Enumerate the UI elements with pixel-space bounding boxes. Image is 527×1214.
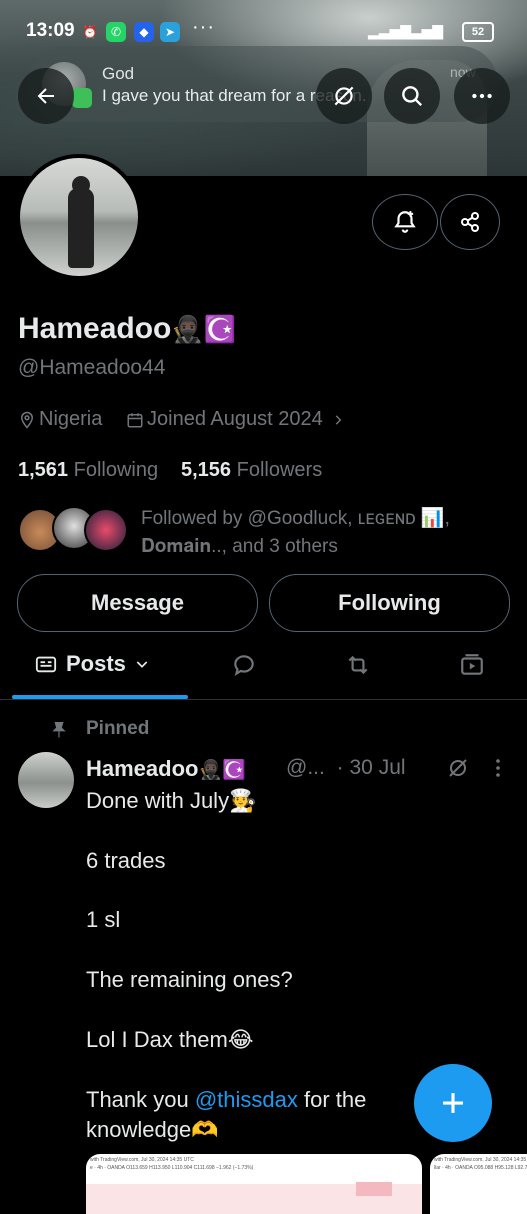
back-arrow-icon [37, 88, 54, 104]
calendar-icon [127, 412, 143, 427]
more-vertical-icon [496, 759, 500, 777]
profile-handle: @Hameadoo44 [18, 356, 166, 379]
avatar-figure [68, 188, 94, 268]
post-date: · 30 Jul [336, 756, 406, 779]
post-media-1[interactable]: with TradingView.com, Jul 30, 2024 14:35… [86, 1154, 422, 1214]
notification-title: God [102, 64, 135, 83]
alarm-icon: ⏰ [82, 25, 98, 39]
followed-by-line-1: Followed by @Goodluck, ʟᴇɢᴇɴᴅ 📊, [141, 508, 450, 529]
tab-reposts[interactable] [344, 652, 372, 683]
status-time: 13:09 [26, 20, 75, 41]
profile-joined[interactable]: Joined August 2024 [126, 408, 345, 431]
chart1-subheader: e · 4h · OANDA O113.659 H113.950 L110.90… [90, 1165, 254, 1171]
profile-name-text: Hameadoo [18, 312, 172, 345]
post-more-button[interactable] [490, 756, 506, 785]
battery-icon: 52 [462, 22, 494, 42]
follower-avatar-3 [84, 508, 128, 552]
post-text-last: knowledge🫶 [86, 1117, 219, 1142]
more-status-icon: ··· [192, 16, 215, 38]
profile-name-emoji: 🥷🏿☪️ [171, 314, 237, 344]
tab-posts[interactable]: Posts [34, 651, 150, 677]
chart2-subheader: llar · 4h · OANDA O95.088 H95.128 L92.76 [434, 1165, 527, 1171]
pinned-label: Pinned [86, 718, 150, 739]
pin-icon [50, 720, 68, 745]
search-icon [402, 86, 423, 107]
whatsapp-icon: ✆ [106, 22, 126, 42]
tabs-divider [0, 699, 527, 700]
post-text-line-1: Done with July🧑‍🍳 [86, 788, 257, 813]
tab-replies[interactable] [231, 652, 257, 683]
telegram-icon: ➤ [160, 22, 180, 42]
wifi-icon: ◠ [432, 23, 443, 39]
share-icon [461, 212, 479, 232]
following-label: Following [73, 459, 159, 481]
post-text-line-4: The remaining ones? [86, 967, 293, 992]
plus-icon [443, 1093, 463, 1113]
post-author[interactable]: Hameadoo🥷🏿☪️ [86, 756, 246, 782]
share-button[interactable] [440, 194, 500, 250]
following-number: 1,561 [18, 459, 69, 481]
post-media-2[interactable]: with TradingView.com, Jul 30, 2024 14:35… [430, 1154, 527, 1214]
followers-count[interactable]: 5,156 Followers [181, 459, 322, 482]
more-icon [472, 93, 492, 99]
following-button[interactable]: Following [269, 574, 510, 632]
chevron-right-icon [335, 414, 342, 425]
message-button[interactable]: Message [17, 574, 258, 632]
grok-button[interactable] [316, 68, 372, 124]
chart1-marker [356, 1182, 392, 1196]
reposts-icon [348, 655, 368, 675]
thanks-suffix: for the [297, 1087, 367, 1112]
post-handle: @... [286, 756, 325, 779]
messages-app-icon [72, 88, 92, 108]
followers-number: 5,156 [181, 459, 232, 481]
post-author-avatar[interactable] [18, 752, 74, 808]
post-meta: @... · 30 Jul [286, 756, 406, 780]
thanks-prefix: Thank you [86, 1087, 195, 1112]
posts-tab-icon [35, 656, 57, 673]
post-text-line-2: 6 trades [86, 848, 166, 873]
post-text-line-3: 1 sl [86, 907, 121, 932]
app-icon: ◆ [134, 22, 154, 42]
location-icon [20, 411, 34, 429]
post-grok-button[interactable] [446, 756, 470, 785]
notifications-button[interactable] [372, 194, 438, 250]
tab-posts-label: Posts [66, 651, 126, 676]
more-button[interactable] [454, 68, 510, 124]
following-count[interactable]: 1,561 Following [18, 459, 158, 482]
replies-icon [234, 655, 254, 677]
chart2-header: with TradingView.com, Jul 30, 2024 14:35… [434, 1157, 527, 1163]
tab-media[interactable] [459, 652, 485, 683]
followed-by-text[interactable]: Followed by @Goodluck, ʟᴇɢᴇɴᴅ 📊, 𝐃𝐨𝐦𝐚𝐢𝐧.… [141, 505, 511, 561]
followers-label: Followers [236, 459, 323, 481]
compose-button[interactable] [414, 1064, 492, 1142]
notification-bell-icon [394, 211, 416, 233]
profile-avatar[interactable] [16, 154, 142, 280]
followed-by-line-2: 𝐃𝐨𝐦𝐚𝐢𝐧.., and 3 others [141, 536, 338, 557]
post-author-name: Hameadoo [86, 756, 199, 781]
profile-location: Nigeria [18, 408, 102, 431]
mention-link[interactable]: @thissdax [195, 1087, 298, 1112]
profile-name: Hameadoo🥷🏿☪️ [18, 312, 236, 346]
back-button[interactable] [18, 68, 74, 124]
chart1-header: with TradingView.com, Jul 30, 2024 14:35… [90, 1157, 194, 1163]
chevron-down-icon [136, 661, 148, 668]
media-icon [461, 654, 483, 675]
joined-text: Joined August 2024 [147, 408, 323, 430]
post-text-line-5: Lol I Dax them😂 [86, 1027, 254, 1052]
location-text: Nigeria [39, 408, 103, 430]
search-button[interactable] [384, 68, 440, 124]
post-author-emoji: 🥷🏿☪️ [198, 760, 246, 781]
post-text-thanks: Thank you @thissdax for the [86, 1087, 366, 1113]
grok-icon [334, 86, 354, 106]
grok-icon [449, 759, 467, 777]
